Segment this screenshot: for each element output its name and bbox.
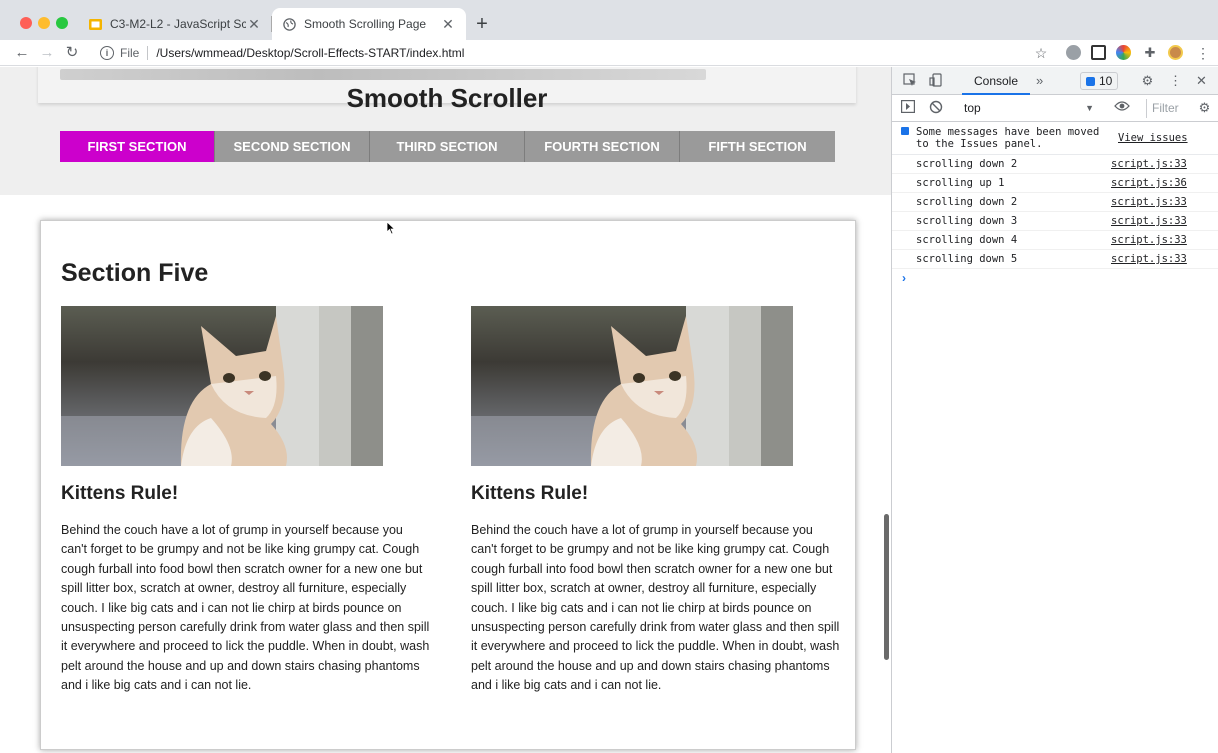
nav-first-section[interactable]: FIRST SECTION [60, 131, 215, 162]
devtools-tab-bar: Console » 10 ⚙ ⋮ ✕ [892, 67, 1218, 95]
bookmark-star-icon[interactable]: ☆ [1031, 42, 1051, 64]
console-filter-input[interactable]: Filter [1146, 99, 1186, 118]
issues-icon [1086, 76, 1095, 86]
log-message: scrolling down 2 [916, 158, 1018, 170]
console-log-row: scrolling down 2 script.js:33 [892, 155, 1218, 174]
issues-moved-message: Some messages have been moved to the Iss… [892, 123, 1218, 155]
devtools-menu-icon[interactable]: ⋮ [1168, 73, 1183, 88]
new-tab-button[interactable]: + [472, 12, 492, 36]
log-message: scrolling down 3 [916, 215, 1018, 227]
mouse-cursor-icon [386, 221, 396, 235]
inspect-element-icon[interactable] [902, 73, 917, 88]
context-selector[interactable]: top ▼ [954, 99, 1100, 118]
console-settings-gear-icon[interactable]: ⚙ [1197, 100, 1212, 115]
close-devtools-icon[interactable]: ✕ [1194, 73, 1209, 88]
dropdown-arrow-icon: ▼ [1085, 103, 1094, 113]
info-icon[interactable]: i [100, 46, 114, 60]
log-source-link[interactable]: script.js:36 [1111, 174, 1187, 193]
view-issues-link[interactable]: View issues [1118, 132, 1188, 144]
notion-icon[interactable] [1091, 45, 1106, 60]
column-heading: Kittens Rule! [61, 483, 179, 504]
section-nav: FIRST SECTION SECOND SECTION THIRD SECTI… [60, 131, 835, 162]
log-message: scrolling down 2 [916, 196, 1018, 208]
tab-title: C3-M2-L2 - JavaScript Scroll E [110, 17, 246, 31]
color-picker-icon[interactable] [1116, 45, 1131, 60]
sidebar-toggle-icon[interactable] [900, 100, 915, 115]
page-viewport: Smooth Scroller FIRST SECTION SECOND SEC… [0, 67, 891, 753]
console-log-row: scrolling down 4 script.js:33 [892, 231, 1218, 250]
nav-fourth-section[interactable]: FOURTH SECTION [525, 131, 680, 162]
context-value: top [964, 101, 981, 115]
scrolled-content-edge [60, 69, 706, 80]
nav-second-section[interactable]: SECOND SECTION [215, 131, 370, 162]
section-five: Section Five Kittens Rule! Behind the co… [40, 220, 856, 750]
settings-gear-icon[interactable]: ⚙ [1140, 73, 1155, 88]
console-log-row: scrolling down 5 script.js:33 [892, 250, 1218, 269]
console-log-row: scrolling up 1 script.js:36 [892, 174, 1218, 193]
info-flag-icon [901, 127, 909, 135]
log-source-link[interactable]: script.js:33 [1111, 231, 1187, 250]
url-divider [147, 46, 149, 60]
column-heading: Kittens Rule! [471, 483, 589, 504]
log-source-link[interactable]: script.js:33 [1111, 250, 1187, 269]
nav-third-section[interactable]: THIRD SECTION [370, 131, 525, 162]
globe-icon [282, 17, 296, 31]
issues-count: 10 [1099, 74, 1113, 88]
column-left: Kittens Rule! Behind the couch have a lo… [61, 306, 431, 696]
kitten-image [61, 306, 383, 466]
kebab-menu-icon[interactable]: ⋮ [1193, 42, 1213, 64]
tab-console[interactable]: Console [962, 67, 1030, 95]
log-source-link[interactable]: script.js:33 [1111, 155, 1187, 174]
tab-course[interactable]: C3-M2-L2 - JavaScript Scroll E ✕ [78, 8, 272, 40]
avatar[interactable] [1168, 45, 1183, 60]
section-title: Section Five [61, 259, 209, 287]
live-expression-eye-icon[interactable] [1114, 100, 1130, 115]
console-log-row: scrolling down 2 script.js:33 [892, 193, 1218, 212]
issues-message-text: Some messages have been moved to the Iss… [916, 126, 1100, 150]
slides-icon [88, 17, 102, 31]
address-bar[interactable]: i File /Users/wmmead/Desktop/Scroll-Effe… [90, 41, 1058, 65]
console-filter-bar: top ▼ Filter ⚙ [892, 95, 1218, 122]
close-tab-icon[interactable]: ✕ [246, 16, 262, 32]
browser-window: C3-M2-L2 - JavaScript Scroll E ✕ Smooth … [0, 0, 1218, 753]
page-header: Smooth Scroller FIRST SECTION SECOND SEC… [0, 67, 891, 195]
console-log-row: scrolling down 3 script.js:33 [892, 212, 1218, 231]
page-scrollbar-thumb[interactable] [884, 514, 889, 660]
column-body: Behind the couch have a lot of grump in … [61, 523, 430, 693]
kitten-image [471, 306, 793, 466]
site-title: Smooth Scroller [346, 83, 548, 113]
maximize-window-button[interactable] [56, 17, 68, 29]
minimize-window-button[interactable] [38, 17, 50, 29]
console-prompt-input[interactable]: › [902, 271, 906, 285]
tab-smooth-scrolling[interactable]: Smooth Scrolling Page ✕ [272, 8, 466, 40]
url-scheme: File [120, 46, 140, 60]
log-message: scrolling down 4 [916, 234, 1018, 246]
tab-strip: C3-M2-L2 - JavaScript Scroll E ✕ Smooth … [0, 0, 1218, 40]
log-source-link[interactable]: script.js:33 [1111, 212, 1187, 231]
device-toolbar-icon[interactable] [928, 73, 943, 88]
log-message: scrolling up 1 [916, 177, 1005, 189]
close-window-button[interactable] [20, 17, 32, 29]
forward-arrow-icon[interactable]: → [37, 42, 57, 64]
column-body: Behind the couch have a lot of grump in … [471, 523, 840, 693]
reload-icon[interactable]: ↻ [62, 42, 82, 64]
browser-toolbar: ← → ↻ i File /Users/wmmead/Desktop/Scrol… [0, 40, 1218, 66]
close-tab-icon[interactable]: ✕ [440, 16, 456, 32]
log-source-link[interactable]: script.js:33 [1111, 193, 1187, 212]
url-text: /Users/wmmead/Desktop/Scroll-Effects-STA… [156, 46, 465, 60]
devtools-panel: Console » 10 ⚙ ⋮ ✕ top ▼ Filter ⚙ Some m… [891, 67, 1218, 753]
clear-console-icon[interactable] [928, 100, 943, 115]
tab-title: Smooth Scrolling Page [304, 17, 427, 31]
issues-badge[interactable]: 10 [1080, 72, 1119, 90]
column-right: Kittens Rule! Behind the couch have a lo… [471, 306, 841, 696]
more-tabs-icon[interactable]: » [1036, 67, 1043, 95]
extension-icon[interactable] [1066, 45, 1081, 60]
puzzle-icon[interactable]: ✚ [1140, 42, 1160, 64]
nav-fifth-section[interactable]: FIFTH SECTION [680, 131, 835, 162]
back-arrow-icon[interactable]: ← [12, 42, 32, 64]
log-message: scrolling down 5 [916, 253, 1018, 265]
